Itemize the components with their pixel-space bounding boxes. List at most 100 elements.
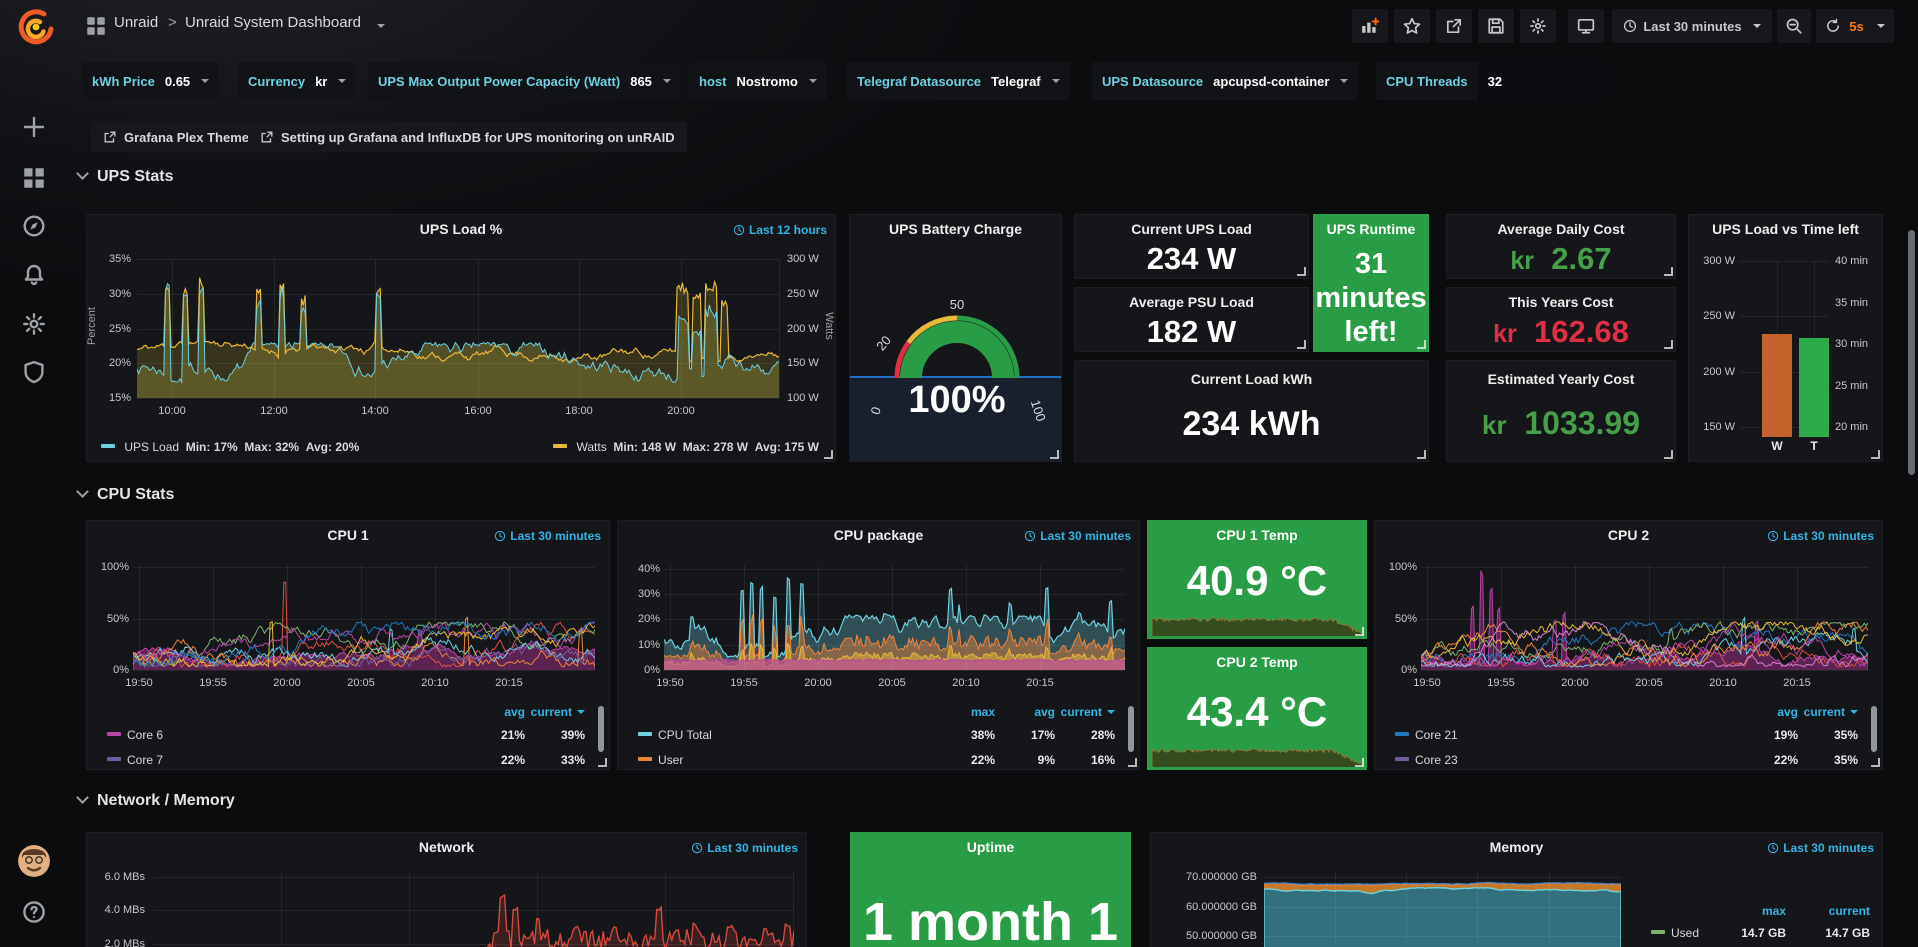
link-ups-monitoring-guide[interactable]: Setting up Grafana and InfluxDB for UPS … (248, 122, 687, 152)
legend-col-avg[interactable]: avg (1738, 705, 1798, 719)
legend-col-current[interactable]: current (1055, 705, 1115, 719)
page-scrollbar[interactable] (1908, 230, 1915, 475)
bar-watts[interactable] (1762, 334, 1792, 437)
panel-resize-handle[interactable] (824, 450, 833, 459)
panel-time-link[interactable]: Last 12 hours (733, 223, 827, 237)
panel-resize-handle[interactable] (1664, 267, 1673, 276)
user-avatar[interactable] (18, 845, 50, 877)
variable-caret[interactable] (809, 79, 817, 83)
cpu-package-chart[interactable] (664, 565, 1125, 670)
panel-resize-handle[interactable] (1664, 450, 1673, 459)
variable-value[interactable]: Nostromo (736, 74, 803, 89)
legend-col-max[interactable]: max (1726, 904, 1786, 918)
variable-caret[interactable] (201, 79, 209, 83)
legend-col-current[interactable]: current (1798, 705, 1858, 719)
panel-resize-handle[interactable] (1871, 758, 1880, 767)
panel-resize-handle[interactable] (1355, 758, 1364, 767)
legend-row[interactable]: Core 6 (107, 728, 163, 742)
legend-row[interactable]: User (638, 753, 683, 767)
legend-row[interactable]: Core 21 (1395, 728, 1458, 742)
panel-title[interactable]: CPU 1 Temp (1148, 527, 1366, 543)
legend-col-avg[interactable]: avg (465, 705, 525, 719)
variable-value[interactable]: 0.65 (165, 74, 196, 89)
battery-gauge[interactable]: 0 20 50 100 100% (850, 215, 1063, 463)
dashboard-dropdown-caret[interactable] (377, 24, 385, 28)
dashboard-settings-gear-icon[interactable] (1520, 9, 1556, 43)
legend-row[interactable]: Core 7 (107, 753, 163, 767)
panel-resize-handle[interactable] (1871, 450, 1880, 459)
add-panel-button[interactable] (1352, 9, 1388, 43)
create-icon[interactable] (22, 115, 46, 139)
share-button[interactable] (1436, 9, 1472, 43)
cpu-threads-input[interactable] (1478, 62, 1606, 100)
breadcrumb-folder[interactable]: Unraid (114, 14, 158, 31)
star-button[interactable] (1394, 9, 1430, 43)
legend-series-name[interactable]: UPS Load (124, 440, 179, 454)
cycle-view-monitor-icon[interactable] (1568, 9, 1604, 43)
variable-caret[interactable] (663, 79, 671, 83)
cpu1-chart[interactable] (133, 565, 595, 670)
section-cpu-stats[interactable]: CPU Stats (78, 486, 174, 504)
bar-time-left[interactable] (1799, 338, 1829, 437)
refresh-interval-label[interactable]: 5s (1849, 19, 1863, 34)
panel-time-link[interactable]: Last 30 minutes (494, 529, 601, 543)
legend-col-avg[interactable]: avg (995, 705, 1055, 719)
panel-title[interactable]: Average Daily Cost (1447, 221, 1675, 237)
link-grafana-plex-theme[interactable]: Grafana Plex Theme (91, 122, 261, 152)
legend-scrollbar[interactable] (1871, 706, 1877, 752)
panel-title[interactable]: Estimated Yearly Cost (1447, 371, 1675, 387)
legend-row[interactable]: Core 23 (1395, 753, 1458, 767)
breadcrumb-dashboard-title[interactable]: Unraid System Dashboard (185, 14, 361, 31)
panel-title[interactable]: Current Load kWh (1075, 371, 1428, 387)
panel-resize-handle[interactable] (1417, 450, 1426, 459)
panel-title[interactable]: UPS Load vs Time left (1689, 221, 1882, 237)
variable-value[interactable]: 865 (630, 74, 658, 89)
legend-scrollbar[interactable] (598, 706, 604, 752)
variable-caret[interactable] (338, 79, 346, 83)
refresh-button[interactable]: 5s (1816, 9, 1894, 43)
panel-time-link[interactable]: Last 30 minutes (1024, 529, 1131, 543)
panel-resize-handle[interactable] (1297, 340, 1306, 349)
legend-row[interactable]: CPU Total (638, 728, 712, 742)
cpu2-chart[interactable] (1421, 565, 1868, 670)
panel-title[interactable]: This Years Cost (1447, 294, 1675, 310)
panel-resize-handle[interactable] (1128, 758, 1137, 767)
panel-title[interactable]: Average PSU Load (1075, 294, 1308, 310)
legend-scrollbar[interactable] (1128, 706, 1134, 752)
variable-value[interactable]: kr (315, 74, 333, 89)
variable-caret[interactable] (1052, 79, 1060, 83)
panel-time-link[interactable]: Last 30 minutes (1767, 529, 1874, 543)
panel-resize-handle[interactable] (598, 758, 607, 767)
variable-value[interactable]: Telegraf (991, 74, 1047, 89)
panel-resize-handle[interactable] (1050, 450, 1059, 459)
server-admin-shield-icon[interactable] (22, 360, 46, 384)
legend-col-current[interactable]: current (525, 705, 585, 719)
save-button[interactable] (1478, 9, 1514, 43)
alerting-bell-icon[interactable] (22, 263, 46, 287)
legend-col-max[interactable]: max (935, 705, 995, 719)
panel-resize-handle[interactable] (1417, 340, 1426, 349)
section-network-memory[interactable]: Network / Memory (78, 792, 235, 810)
legend-row[interactable]: Used (1651, 926, 1699, 940)
dashboards-icon[interactable] (22, 166, 46, 190)
panel-title[interactable]: UPS Load % (87, 221, 835, 237)
time-range-picker[interactable]: Last 30 minutes (1612, 9, 1772, 43)
variable-value[interactable]: apcupsd-container (1213, 74, 1335, 89)
panel-title[interactable]: Uptime (851, 839, 1130, 855)
legend-series-name[interactable]: Watts (576, 440, 606, 454)
network-chart[interactable] (153, 871, 794, 947)
panel-title[interactable]: CPU 2 Temp (1148, 654, 1366, 670)
variable-caret[interactable] (1340, 79, 1348, 83)
panel-title[interactable]: Current UPS Load (1075, 221, 1308, 237)
zoom-out-button[interactable] (1777, 9, 1811, 43)
legend-col-current[interactable]: current (1810, 904, 1870, 918)
configuration-gear-icon[interactable] (22, 312, 46, 336)
panel-resize-handle[interactable] (1664, 340, 1673, 349)
explore-icon[interactable] (22, 214, 46, 238)
panel-title[interactable]: UPS Runtime (1314, 221, 1428, 237)
panel-resize-handle[interactable] (1355, 627, 1364, 636)
panel-time-link[interactable]: Last 30 minutes (1767, 841, 1874, 855)
help-icon[interactable] (22, 900, 46, 924)
panel-time-link[interactable]: Last 30 minutes (691, 841, 798, 855)
section-ups-stats[interactable]: UPS Stats (78, 168, 173, 186)
